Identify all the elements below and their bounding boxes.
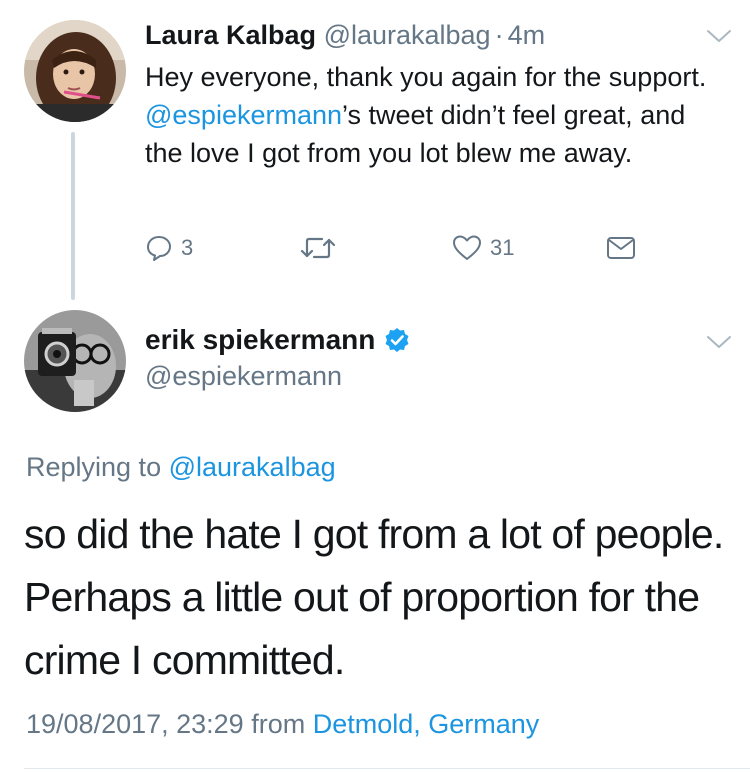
envelope-icon — [607, 237, 635, 259]
location-link[interactable]: Detmold, Germany — [313, 709, 540, 739]
replying-to: Replying to @laurakalbag — [26, 452, 336, 483]
tweet1-header: Laura Kalbag @laurakalbag · 4m — [145, 20, 545, 51]
tweet1-text-part1: Hey everyone, thank you again for the su… — [145, 62, 707, 92]
retweet-button[interactable] — [300, 233, 344, 263]
like-count: 31 — [490, 235, 515, 260]
like-button[interactable]: 31 — [452, 233, 514, 263]
direct-message-button[interactable] — [606, 233, 636, 263]
replying-handle-link[interactable]: @laurakalbag — [169, 452, 336, 482]
timestamp[interactable]: 19/08/2017, 23:29 — [26, 709, 244, 739]
reply-button[interactable]: 3 — [145, 233, 193, 263]
author-name[interactable]: Laura Kalbag — [145, 20, 316, 50]
avatar-photo — [24, 310, 126, 412]
author-name[interactable]: erik spiekermann — [145, 324, 375, 356]
avatar-laura[interactable] — [24, 20, 126, 122]
author-handle[interactable]: @espiekermann — [145, 361, 342, 392]
divider — [24, 768, 750, 769]
thread-line — [71, 132, 75, 300]
from-label: from — [251, 709, 306, 739]
tweet2-meta: 19/08/2017, 23:29 from Detmold, Germany — [26, 709, 539, 740]
chevron-down-icon — [707, 336, 731, 348]
reply-count: 3 — [181, 235, 194, 260]
tweet-time[interactable]: 4m — [508, 20, 546, 50]
avatar-photo — [24, 20, 126, 122]
separator-dot: · — [494, 20, 504, 50]
tweet1-text: Hey everyone, thank you again for the su… — [145, 58, 725, 172]
tweet1-menu-button[interactable] — [706, 28, 732, 49]
tweet2-text: so did the hate I got from a lot of peop… — [24, 511, 724, 683]
mention-link[interactable]: @espiekermann — [145, 100, 342, 130]
tweet2-menu-button[interactable] — [706, 334, 732, 355]
heart-icon — [453, 235, 481, 260]
tweet2-author: erik spiekermann — [145, 324, 410, 356]
chevron-down-icon — [707, 30, 731, 42]
avatar-erik[interactable] — [24, 310, 126, 412]
reply-icon — [147, 236, 171, 261]
replying-label: Replying to — [26, 452, 162, 482]
author-handle[interactable]: @laurakalbag — [324, 20, 491, 50]
verified-badge-icon — [385, 328, 409, 352]
retweet-icon — [300, 237, 336, 259]
